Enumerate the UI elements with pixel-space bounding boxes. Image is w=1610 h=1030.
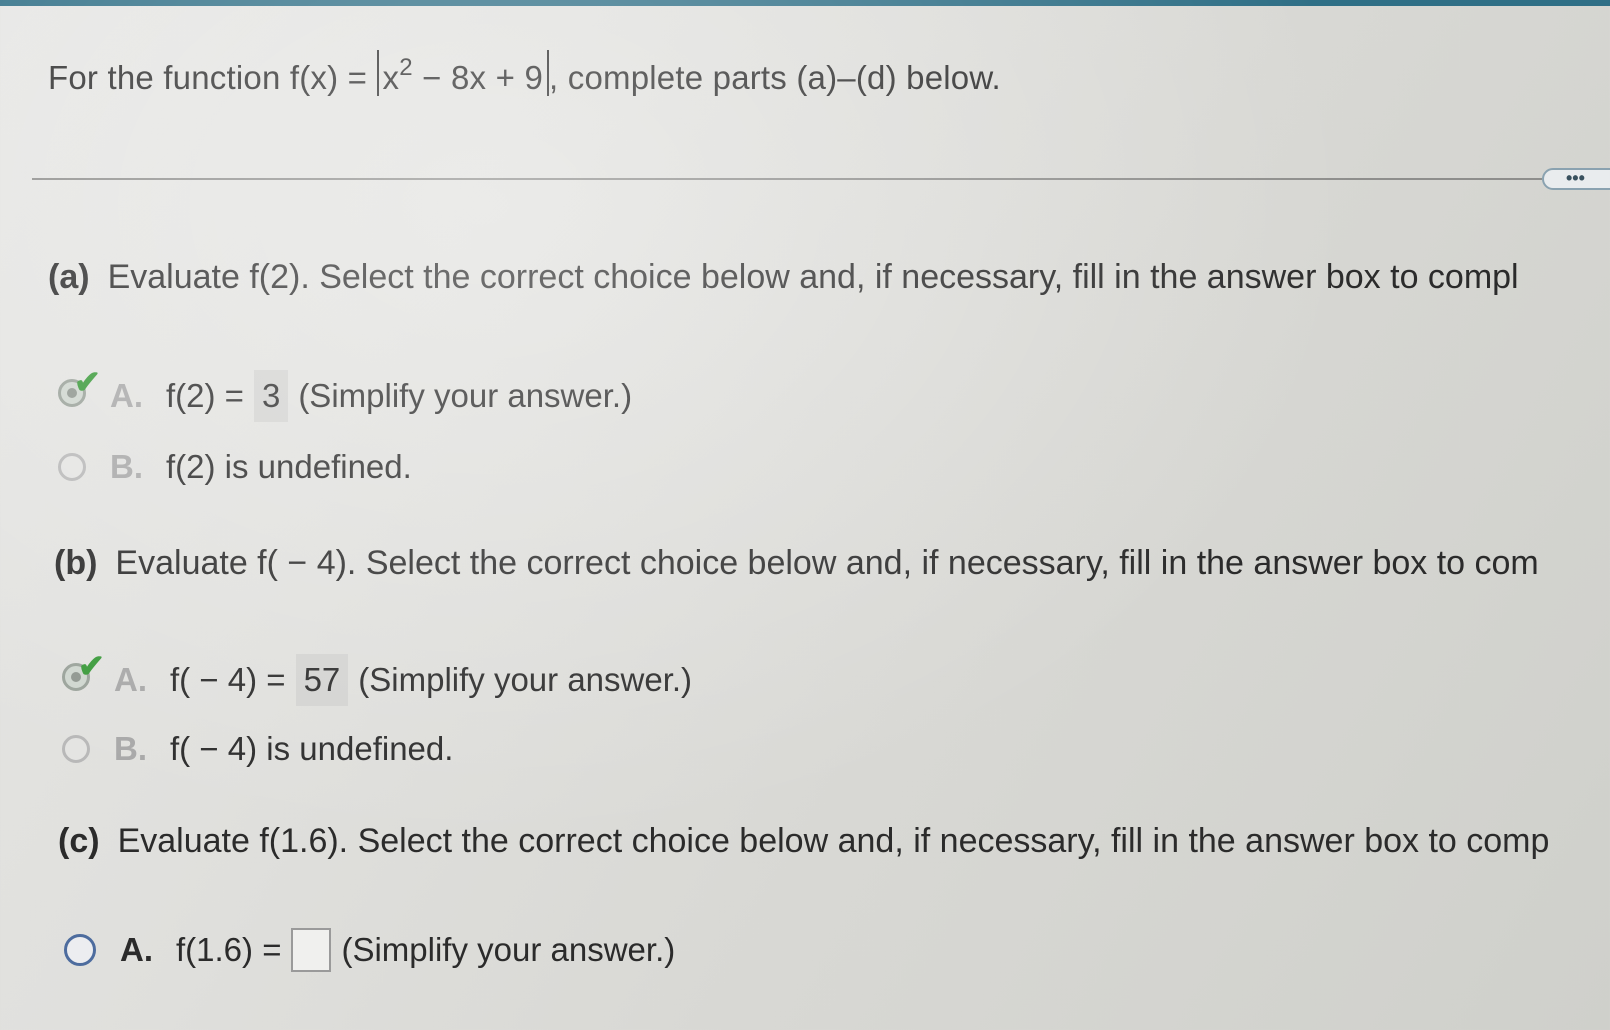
choice-prefix: f( − 4) =: [170, 661, 286, 698]
part-a-text: Evaluate f(2). Select the correct choice…: [107, 258, 1519, 296]
problem-statement: For the function f(x) = x2 − 8x + 9, com…: [48, 50, 1001, 97]
part-a-choice-b[interactable]: B. f(2) is undefined.: [58, 448, 412, 486]
abs-exponent: 2: [399, 54, 413, 81]
choice-letter: B.: [114, 730, 147, 767]
part-b-label: (b): [54, 544, 98, 582]
problem-lead: For the function f(x) =: [48, 59, 377, 96]
choice-text: f(2) is undefined.: [166, 448, 412, 485]
abs-base: x: [382, 59, 400, 96]
choice-prefix: f(1.6) =: [176, 931, 282, 968]
part-a-answer-box[interactable]: 3: [253, 370, 289, 422]
part-b-answer-box[interactable]: 57: [295, 654, 349, 706]
part-a-choice-b-radio[interactable]: [58, 453, 86, 481]
top-bar: [0, 0, 1610, 6]
choice-suffix: (Simplify your answer.): [298, 377, 633, 414]
checkmark-icon: ✔: [78, 648, 105, 684]
choice-letter: B.: [110, 448, 143, 485]
part-c-answer-input[interactable]: [291, 928, 332, 972]
section-divider: [32, 178, 1542, 180]
part-c-choice-a[interactable]: A. f(1.6) = (Simplify your answer.): [64, 928, 675, 972]
screen-glare: [0, 0, 1610, 1030]
part-a-choice-a[interactable]: ✔ A. f(2) = 3 (Simplify your answer.): [58, 364, 633, 422]
abs-rest: − 8x + 9: [412, 59, 544, 96]
part-c-prompt: (c) Evaluate f(1.6). Select the correct c…: [58, 822, 1549, 861]
part-b-prompt: (b) Evaluate f( − 4). Select the correct …: [54, 544, 1539, 583]
choice-letter: A.: [114, 661, 147, 698]
absolute-value-expression: x2 − 8x + 9: [376, 50, 550, 96]
choice-text: f( − 4) is undefined.: [170, 730, 454, 767]
part-b-choice-a[interactable]: ✔ A. f( − 4) = 57 (Simplify your answer.…: [62, 648, 693, 706]
part-c-text: Evaluate f(1.6). Select the correct choi…: [117, 822, 1550, 860]
choice-suffix: (Simplify your answer.): [358, 661, 693, 698]
part-c-choice-a-radio[interactable]: [64, 934, 96, 966]
part-b-text: Evaluate f( − 4). Select the correct cho…: [115, 544, 1539, 582]
choice-suffix: (Simplify your answer.): [341, 931, 676, 968]
part-a-label: (a): [48, 258, 90, 296]
choice-prefix: f(2) =: [166, 377, 244, 414]
choice-letter: A.: [120, 931, 153, 968]
part-b-choice-b-radio[interactable]: [62, 735, 90, 763]
more-options-button[interactable]: •••: [1542, 168, 1610, 190]
part-c-label: (c): [58, 822, 100, 860]
choice-letter: A.: [110, 377, 143, 414]
part-b-choice-b[interactable]: B. f( − 4) is undefined.: [62, 730, 453, 768]
checkmark-icon: ✔: [74, 364, 101, 400]
problem-tail: , complete parts (a)–(d) below.: [549, 59, 1001, 96]
part-a-prompt: (a) Evaluate f(2). Select the correct cho…: [48, 258, 1519, 297]
